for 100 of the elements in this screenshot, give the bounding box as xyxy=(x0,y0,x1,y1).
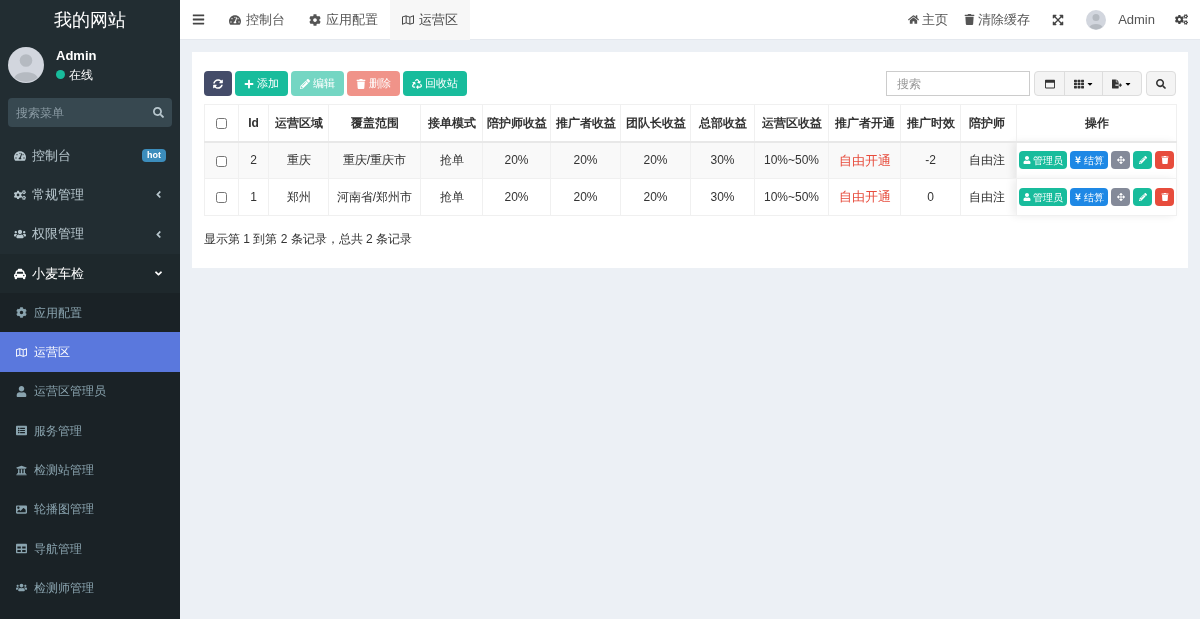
fullscreen-icon[interactable] xyxy=(1052,13,1065,26)
window-icon xyxy=(1044,78,1055,89)
table-cell: 重庆 xyxy=(268,141,329,179)
plus-icon xyxy=(244,78,254,89)
grid-icon xyxy=(1073,78,1084,89)
column-header: 陪护师收益 xyxy=(482,104,551,142)
column-header: 推广者开通 xyxy=(828,104,901,142)
table-cell: 河南省/郑州市 xyxy=(328,178,421,216)
row-checkbox[interactable] xyxy=(216,155,227,167)
submenu-label: 应用配置 xyxy=(34,304,82,322)
refresh-button[interactable] xyxy=(204,71,232,96)
table-cell: 自由注 xyxy=(960,178,1017,216)
recycle-icon xyxy=(412,78,422,89)
pencil-icon xyxy=(1138,156,1147,165)
table-cell: 20% xyxy=(550,141,621,179)
trash-icon xyxy=(1160,193,1169,201)
drag-action-button[interactable] xyxy=(1111,151,1130,170)
user-avatar xyxy=(1086,9,1107,30)
column-header: 推广者收益 xyxy=(550,104,621,142)
sidebar-item[interactable]: 常规管理 xyxy=(0,175,180,215)
nav-tab[interactable]: 运营区 xyxy=(390,0,470,40)
sidebar-item[interactable]: 权限管理 xyxy=(0,214,180,254)
table-cell: 抢单 xyxy=(420,178,483,216)
table-cell: 0 xyxy=(900,178,961,216)
menu-label: 控制台 xyxy=(32,146,72,165)
select-all-checkbox[interactable] xyxy=(216,118,227,130)
export-icon xyxy=(1112,78,1122,89)
table-cell: 30% xyxy=(690,178,755,216)
sidebar-item[interactable]: 控制台 hot xyxy=(0,136,180,176)
edit-action-button[interactable] xyxy=(1133,151,1152,170)
refresh-icon xyxy=(213,78,223,89)
row-checkbox[interactable] xyxy=(216,192,227,204)
search-icon xyxy=(1156,78,1166,89)
submenu-label: 轮播图管理 xyxy=(34,501,94,519)
column-header: Id xyxy=(238,104,269,142)
delete-action-button[interactable] xyxy=(1155,188,1174,206)
column-header: 运营区域 xyxy=(268,104,329,142)
settle-action-button[interactable]: 结算 xyxy=(1070,188,1108,206)
table-cell: -2 xyxy=(900,141,961,179)
yen-icon xyxy=(1074,193,1082,201)
table-cell: 10%~50% xyxy=(754,141,829,179)
table-cell: 30% xyxy=(690,141,755,179)
menu-label: 常规管理 xyxy=(32,186,85,205)
table-cell: 20% xyxy=(482,178,551,216)
nav-tab[interactable]: 控制台 xyxy=(217,0,297,40)
table-search-field[interactable]: 搜索 xyxy=(886,71,1030,96)
table-cell: 重庆/重庆市 xyxy=(328,141,421,179)
drag-action-button[interactable] xyxy=(1111,188,1130,206)
column-header: 陪护师 xyxy=(960,104,1017,142)
table-cell: 1 xyxy=(238,178,269,216)
nav-link[interactable]: 清除缓存 xyxy=(956,9,1039,30)
menu-search-input[interactable]: 搜索菜单 xyxy=(16,103,153,122)
user-menu[interactable]: Admin xyxy=(1114,9,1155,30)
search-icon xyxy=(153,107,164,118)
sidebar-subitem[interactable]: 运营区 xyxy=(0,332,180,372)
column-header: 接单模式 xyxy=(420,104,483,142)
sidebar-item[interactable]: 小麦车检 xyxy=(0,253,180,294)
table-cell: 2 xyxy=(238,141,269,179)
table-cell: 自由开通 xyxy=(828,178,901,216)
column-header: 总部收益 xyxy=(690,104,755,142)
table-cell: 自由开通 xyxy=(828,141,901,179)
column-header: 运营区收益 xyxy=(754,104,829,142)
table-cell: 10%~50% xyxy=(754,178,829,216)
nav-tab[interactable]: 应用配置 xyxy=(297,0,390,40)
pagination-info: 显示第 1 到第 2 条记录，总共 2 条记录 xyxy=(204,231,414,248)
table-cell: 自由注 xyxy=(960,141,1017,179)
submenu-label: 运营区管理员 xyxy=(34,383,106,401)
pencil-icon xyxy=(300,78,310,89)
trash-icon xyxy=(356,78,366,89)
user-avatar xyxy=(8,47,44,83)
submenu-label: 检测师管理 xyxy=(34,579,94,597)
menu-search-field[interactable]: 搜索菜单 xyxy=(8,98,172,127)
submenu-label: 运营区 xyxy=(34,344,70,362)
table-cell: 郑州 xyxy=(268,178,329,216)
search-button[interactable] xyxy=(1146,71,1176,96)
nav-link[interactable]: 主页 xyxy=(900,9,957,30)
edit-action-button[interactable] xyxy=(1133,188,1152,206)
user-icon xyxy=(1023,156,1031,165)
delete-action-button[interactable] xyxy=(1155,151,1174,170)
settings-icon[interactable] xyxy=(1175,13,1188,26)
column-header: 推广时效 xyxy=(900,104,961,142)
table-cell: 抢单 xyxy=(420,141,483,179)
table-cell: 20% xyxy=(482,141,551,179)
table-cell: 20% xyxy=(620,178,691,216)
menu-label: 权限管理 xyxy=(32,225,85,244)
yen-icon xyxy=(1074,156,1082,165)
pencil-icon xyxy=(1138,193,1147,201)
hot-badge: hot xyxy=(142,149,166,163)
table-cell: 20% xyxy=(550,178,621,216)
column-header: 覆盖范围 xyxy=(328,104,421,142)
move-icon xyxy=(1116,193,1125,201)
user-status: 在线 xyxy=(69,66,93,84)
settle-action-button[interactable]: 结算 xyxy=(1070,151,1108,170)
submenu-label: 检测站管理 xyxy=(34,462,94,479)
move-icon xyxy=(1116,156,1125,165)
column-header: 操作 xyxy=(1016,104,1177,142)
user-name: Admin xyxy=(56,47,97,66)
user-icon xyxy=(1023,193,1031,201)
menu-label: 小麦车检 xyxy=(32,264,85,283)
trash-icon xyxy=(1160,156,1169,165)
